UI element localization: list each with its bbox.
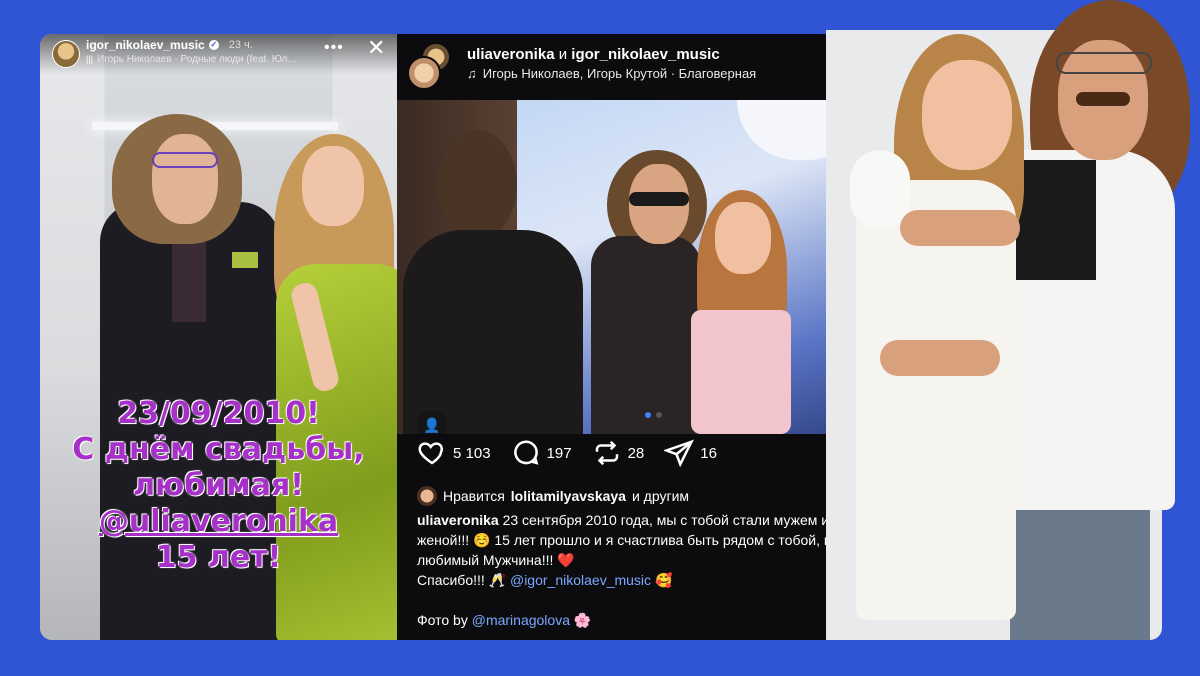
story-username[interactable]: igor_nikolaev_music bbox=[86, 38, 205, 52]
post-song-label: Игорь Николаев, Игорь Крутой · Благоверн… bbox=[482, 66, 757, 81]
story-years: 15 лет! bbox=[155, 540, 282, 575]
post-user2[interactable]: igor_nikolaev_music bbox=[571, 46, 719, 63]
avatar[interactable] bbox=[407, 56, 441, 90]
caption-thanks: Спасибо!!! 🥂 bbox=[417, 572, 507, 588]
repost-icon bbox=[595, 440, 618, 466]
post-song[interactable]: ♫ Игорь Николаев, Игорь Крутой · Благовер… bbox=[467, 66, 756, 81]
user-tag-icon[interactable]: 👤 bbox=[417, 410, 447, 434]
man-jacket bbox=[591, 236, 701, 434]
man-glasses bbox=[152, 152, 218, 168]
comments-count: 197 bbox=[546, 444, 572, 462]
woman-face bbox=[922, 60, 1012, 170]
likes-count: 5 103 bbox=[453, 444, 491, 462]
pocket-square bbox=[232, 252, 258, 268]
post-caption: uliaveronika 23 сентября 2010 года, мы с… bbox=[417, 510, 857, 590]
action-bar: 5 103 197 28 16 bbox=[417, 438, 737, 468]
woman-dress bbox=[856, 180, 1016, 620]
story-date: 23/09/2010! bbox=[117, 396, 320, 431]
cameraman-head bbox=[437, 130, 517, 240]
story-greeting: С днём свадьбы, bbox=[72, 432, 365, 467]
woman-face bbox=[302, 146, 364, 226]
cameraman bbox=[403, 230, 583, 434]
photo-credit-mention[interactable]: @marinagolova bbox=[472, 612, 570, 628]
heart-icon bbox=[418, 442, 443, 465]
close-icon[interactable]: ✕ bbox=[367, 37, 385, 59]
like-button[interactable]: 5 103 bbox=[417, 438, 491, 468]
reposts-count: 28 bbox=[627, 444, 645, 462]
story-overlay-text: 23/09/2010! С днём свадьбы, любимая! @ul… bbox=[40, 396, 397, 576]
photo-credit: Фото by @marinagolova 🌸 bbox=[417, 612, 591, 629]
shares-count: 16 bbox=[700, 444, 717, 462]
carousel-dots bbox=[645, 412, 662, 418]
repost-button[interactable]: 28 bbox=[592, 438, 645, 468]
post-user1[interactable]: uliaveronika bbox=[467, 46, 555, 63]
carousel-dot bbox=[656, 412, 662, 418]
story-music-label: Игорь Николаев · Родные люди (feat. Юл… bbox=[97, 54, 298, 65]
post-authors[interactable]: uliaveronika и igor_nikolaev_music bbox=[467, 46, 720, 63]
avatar bbox=[417, 486, 437, 506]
music-bars-icon: ||| bbox=[86, 54, 94, 64]
story-music[interactable]: ||| Игорь Николаев · Родные люди (feat. Ю… bbox=[86, 54, 341, 65]
more-icon[interactable]: ••• bbox=[324, 39, 344, 57]
carousel-dot-active bbox=[645, 412, 651, 418]
music-note-icon: ♫ bbox=[467, 66, 477, 81]
caption-emoji: 🥰 bbox=[654, 572, 673, 588]
photo-credit-prefix: Фото by bbox=[417, 612, 468, 628]
man-tshirt bbox=[1016, 160, 1096, 280]
story-avatar[interactable] bbox=[52, 40, 80, 68]
post-and: и bbox=[558, 46, 568, 63]
man-sunglasses bbox=[629, 192, 689, 206]
woman-arm bbox=[850, 150, 910, 230]
caption-username[interactable]: uliaveronika bbox=[417, 512, 499, 528]
liked-by-row[interactable]: Нравится lolitamilyavskaya и другим bbox=[417, 486, 689, 506]
story-username-row[interactable]: igor_nikolaev_music ✓ 23 ч. bbox=[86, 38, 253, 52]
man-hand bbox=[900, 210, 1020, 246]
man-face bbox=[152, 134, 218, 224]
comment-icon bbox=[513, 440, 538, 465]
man-hand bbox=[880, 340, 1000, 376]
woman-dress bbox=[691, 310, 791, 434]
verified-icon: ✓ bbox=[208, 40, 219, 50]
liked-by-user[interactable]: lolitamilyavskaya bbox=[511, 488, 626, 504]
share-button[interactable]: 16 bbox=[664, 438, 717, 468]
liked-by-prefix: Нравится bbox=[443, 488, 505, 504]
story-time: 23 ч. bbox=[228, 39, 253, 51]
man-glasses bbox=[1056, 52, 1152, 74]
woman-face bbox=[715, 202, 771, 274]
send-icon bbox=[664, 439, 695, 468]
caption-mention[interactable]: @igor_nikolaev_music bbox=[510, 572, 651, 588]
man-mustache bbox=[1076, 92, 1130, 106]
couple-photo bbox=[820, 0, 1190, 640]
photo-credit-emoji: 🌸 bbox=[573, 612, 592, 628]
comment-button[interactable]: 197 bbox=[511, 438, 572, 468]
collab-avatars[interactable] bbox=[407, 42, 451, 90]
story-mention[interactable]: @uliaveronika bbox=[40, 504, 397, 540]
story-beloved: любимая! bbox=[133, 468, 304, 503]
liked-by-suffix[interactable]: и другим bbox=[632, 488, 689, 504]
